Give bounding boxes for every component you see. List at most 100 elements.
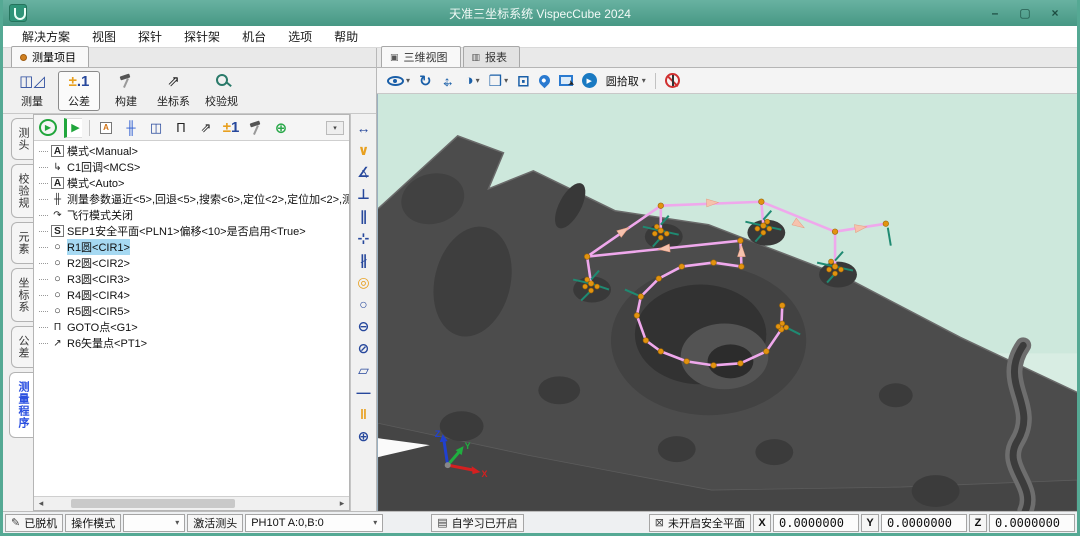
step-run-button[interactable]: ▶ — [64, 118, 82, 138]
angle-tool[interactable]: ∨ — [352, 139, 376, 161]
run-view-button[interactable]: ▶ — [582, 73, 597, 88]
menu-view[interactable]: 视图 — [81, 26, 127, 47]
run-program-button[interactable]: ▶ — [39, 119, 57, 136]
maximize-button[interactable]: ▢ — [1017, 6, 1033, 20]
side-tab-coordinate-system[interactable]: 坐标系 — [11, 268, 33, 322]
tree-row[interactable]: A模式<Auto> — [34, 175, 349, 191]
flatness-tool[interactable]: ▱ — [352, 359, 376, 381]
side-tab-measurement-program[interactable]: 测量程序 — [9, 372, 33, 438]
pan-view-button[interactable] — [441, 73, 456, 89]
angularity-tool[interactable]: ∦ — [352, 249, 376, 271]
coordinate-arrows-icon: ⇗ — [167, 73, 180, 91]
side-tab-tolerance[interactable]: 公差 — [11, 326, 33, 368]
tolerance-button[interactable]: ±1 — [222, 118, 240, 138]
operation-mode-select[interactable]: ▾ — [123, 514, 185, 532]
scroll-right-icon[interactable]: ▸ — [335, 498, 349, 509]
tree-row[interactable]: ΠGOTO点<G1> — [34, 319, 349, 335]
measure-element-button[interactable]: ◫ — [147, 118, 165, 138]
tree-row-selected[interactable]: ○R1圆<CIR1> — [34, 239, 349, 255]
tree-row[interactable]: SSEP1安全平面<PLN1>偏移<10>是否启用<True> — [34, 223, 349, 239]
circle-pick-dropdown[interactable]: 圆拾取▾ — [606, 73, 646, 89]
circle-icon: ○ — [51, 289, 64, 301]
position-tool[interactable]: ⊕ — [352, 425, 376, 447]
coordinate-system-button[interactable]: ⇗ — [197, 118, 215, 138]
scrollbar-thumb[interactable] — [71, 499, 235, 508]
straightness-tool[interactable]: — — [352, 381, 376, 403]
tree-row[interactable]: ╫测量参数逼近<5>,回退<5>,搜索<6>,定位<2>,定位加<2>,测量 — [34, 191, 349, 207]
concentricity-tool[interactable]: ◎ — [352, 271, 376, 293]
ribbon-construct-button[interactable]: 构建 — [105, 71, 147, 111]
coord-x-label: X — [753, 514, 771, 532]
tab-measurement-project[interactable]: 测量项目 — [11, 46, 89, 67]
menu-options[interactable]: 选项 — [277, 26, 323, 47]
map-pin-icon — [536, 73, 552, 89]
ribbon-coordinate-system-button[interactable]: ⇗ 坐标系 — [152, 71, 195, 111]
chevron-down-icon: ▾ — [642, 76, 646, 85]
distance-tool[interactable]: ↔ — [352, 117, 376, 139]
toolbar-separator — [89, 120, 90, 136]
visibility-button[interactable]: ▾ — [387, 76, 410, 86]
side-tab-gauge[interactable]: 校验规 — [11, 164, 33, 218]
ribbon-tolerance-button[interactable]: ±.1 公差 — [58, 71, 100, 111]
appearance-button[interactable]: ◑▾ — [465, 72, 480, 89]
program-tree-panel: ▶ ▶ A ╫ ◫ Π ⇗ ±1 ⊕ ▾ A模式<Manual — [33, 114, 350, 511]
ribbon-gauge-button[interactable]: 校验规 — [200, 71, 243, 111]
toolbar-overflow-button[interactable]: ▾ — [326, 121, 344, 135]
goto-button[interactable]: Π — [172, 118, 190, 138]
tree-row[interactable]: ↗R6矢量点<PT1> — [34, 335, 349, 351]
menu-machine[interactable]: 机台 — [231, 26, 277, 47]
tree-row[interactable]: ○R2圆<CIR2> — [34, 255, 349, 271]
disable-collision-button[interactable] — [665, 73, 680, 88]
mode-button[interactable]: A — [97, 118, 115, 138]
select-mode-button[interactable] — [559, 75, 573, 86]
menu-probe[interactable]: 探针 — [127, 26, 173, 47]
roundness-tool[interactable]: ○ — [352, 293, 376, 315]
parallelism-tool[interactable]: ∥ — [352, 205, 376, 227]
3d-scene: X Y Z — [378, 94, 1077, 511]
hammer-icon — [249, 120, 264, 135]
menu-help[interactable]: 帮助 — [323, 26, 369, 47]
title-bar: 天准三坐标系统 VispecCube 2024 – ▢ × — [3, 0, 1077, 26]
tree-row[interactable]: ↳C1回调<MCS> — [34, 159, 349, 175]
ribbon-measure-button[interactable]: ◫◿ 测量 — [11, 71, 53, 111]
project-icon — [20, 54, 27, 61]
tree-row[interactable]: ↷飞行模式关闭 — [34, 207, 349, 223]
tab-report[interactable]: ▥ 报表 — [463, 46, 521, 67]
tolerance-icon: ±.1 — [69, 73, 90, 91]
active-probe-select[interactable]: PH10T A:0,B:0 ▾ — [245, 514, 383, 532]
rotate-view-button[interactable]: ↻ — [419, 72, 432, 90]
zoom-fit-button[interactable]: ⊡ — [517, 72, 530, 90]
viewport-3d[interactable]: X Y Z — [377, 94, 1077, 511]
symmetry-tool[interactable]: ‖ — [352, 403, 376, 425]
no-entry-icon — [665, 73, 680, 88]
tab-3d-view[interactable]: ▣ 三维视图 — [381, 46, 461, 67]
tree-row[interactable]: ○R5圆<CIR5> — [34, 303, 349, 319]
menu-solution[interactable]: 解决方案 — [11, 26, 81, 47]
true-position-tool[interactable]: ⊹ — [352, 227, 376, 249]
side-tab-elements[interactable]: 元素 — [11, 222, 33, 264]
construct-button[interactable] — [247, 118, 265, 138]
scroll-left-icon[interactable]: ◂ — [34, 498, 48, 509]
locate-button[interactable] — [539, 75, 550, 86]
tree-row[interactable]: A模式<Manual> — [34, 143, 349, 159]
menu-probe-rack[interactable]: 探针架 — [173, 26, 231, 47]
close-button[interactable]: × — [1047, 6, 1063, 20]
parameters-button[interactable]: ╫ — [122, 118, 140, 138]
window-title: 天准三坐标系统 VispecCube 2024 — [449, 5, 631, 22]
tree-row[interactable]: ○R4圆<CIR4> — [34, 287, 349, 303]
ribbon-tolerance-label: 公差 — [68, 93, 90, 109]
cylindricity-tool[interactable]: ⊘ — [352, 337, 376, 359]
minimize-button[interactable]: – — [987, 6, 1003, 20]
probe-target-button[interactable]: ⊕ — [272, 118, 290, 138]
tree-horizontal-scrollbar[interactable]: ◂ ▸ — [34, 496, 349, 510]
goto-icon: Π — [51, 322, 64, 333]
perpendicularity-tool[interactable]: ⊥ — [352, 183, 376, 205]
diameter-tool[interactable]: ⊖ — [352, 315, 376, 337]
pen-icon: ✎ — [11, 516, 20, 529]
axis-y-label: Y — [465, 441, 471, 451]
tree-row[interactable]: ○R3圆<CIR3> — [34, 271, 349, 287]
side-tab-probe[interactable]: 测头 — [11, 118, 33, 160]
self-learn-icon: ▤ — [437, 516, 447, 529]
angle-measure-tool[interactable]: ∡ — [352, 161, 376, 183]
projection-button[interactable]: ❒▾ — [489, 72, 508, 90]
